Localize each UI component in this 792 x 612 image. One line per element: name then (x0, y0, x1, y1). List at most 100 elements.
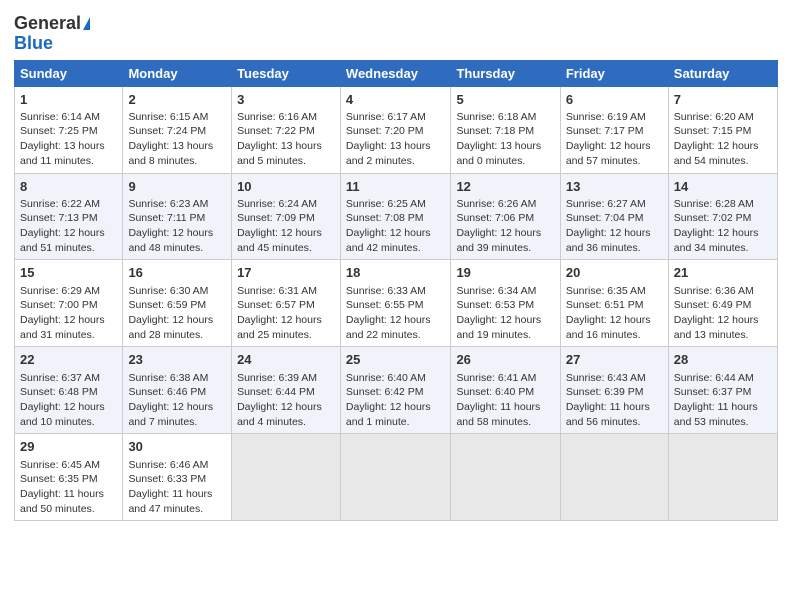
cell-text: Sunset: 6:37 PM (674, 385, 772, 400)
cell-text: and 34 minutes. (674, 241, 772, 256)
calendar-cell: 5Sunrise: 6:18 AMSunset: 7:18 PMDaylight… (451, 86, 560, 173)
calendar-cell: 25Sunrise: 6:40 AMSunset: 6:42 PMDayligh… (340, 347, 451, 434)
logo: General Blue (14, 14, 90, 54)
calendar-cell: 30Sunrise: 6:46 AMSunset: 6:33 PMDayligh… (123, 434, 232, 521)
cell-text: Sunrise: 6:33 AM (346, 284, 446, 299)
calendar-cell (451, 434, 560, 521)
calendar-cell: 12Sunrise: 6:26 AMSunset: 7:06 PMDayligh… (451, 173, 560, 260)
cell-text: Sunset: 6:49 PM (674, 298, 772, 313)
cell-text: Sunset: 6:55 PM (346, 298, 446, 313)
day-number: 30 (128, 438, 226, 456)
day-number: 5 (456, 91, 554, 109)
cell-text: Daylight: 13 hours (237, 139, 335, 154)
cell-text: and 57 minutes. (566, 154, 663, 169)
cell-text: Sunrise: 6:29 AM (20, 284, 117, 299)
cell-text: and 47 minutes. (128, 502, 226, 517)
cell-text: Sunrise: 6:24 AM (237, 197, 335, 212)
week-row-4: 22Sunrise: 6:37 AMSunset: 6:48 PMDayligh… (15, 347, 778, 434)
cell-text: Daylight: 11 hours (566, 400, 663, 415)
day-number: 2 (128, 91, 226, 109)
cell-text: Daylight: 12 hours (237, 400, 335, 415)
cell-text: Daylight: 13 hours (128, 139, 226, 154)
cell-text: Sunset: 6:44 PM (237, 385, 335, 400)
day-number: 22 (20, 351, 117, 369)
cell-text: and 13 minutes. (674, 328, 772, 343)
cell-text: Sunset: 7:15 PM (674, 124, 772, 139)
cell-text: Sunset: 7:24 PM (128, 124, 226, 139)
cell-text: Sunset: 6:33 PM (128, 472, 226, 487)
day-number: 10 (237, 178, 335, 196)
cell-text: Sunrise: 6:36 AM (674, 284, 772, 299)
cell-text: Daylight: 13 hours (456, 139, 554, 154)
cell-text: Sunrise: 6:38 AM (128, 371, 226, 386)
cell-text: and 1 minute. (346, 415, 446, 430)
cell-text: and 4 minutes. (237, 415, 335, 430)
day-number: 14 (674, 178, 772, 196)
cell-text: Sunset: 6:42 PM (346, 385, 446, 400)
week-row-3: 15Sunrise: 6:29 AMSunset: 7:00 PMDayligh… (15, 260, 778, 347)
day-number: 11 (346, 178, 446, 196)
cell-text: and 56 minutes. (566, 415, 663, 430)
cell-text: and 45 minutes. (237, 241, 335, 256)
calendar-cell: 28Sunrise: 6:44 AMSunset: 6:37 PMDayligh… (668, 347, 777, 434)
cell-text: Sunrise: 6:43 AM (566, 371, 663, 386)
cell-text: Daylight: 11 hours (20, 487, 117, 502)
cell-text: Daylight: 12 hours (128, 313, 226, 328)
cell-text: Sunrise: 6:44 AM (674, 371, 772, 386)
cell-text: Daylight: 12 hours (128, 400, 226, 415)
day-number: 13 (566, 178, 663, 196)
header-day-tuesday: Tuesday (232, 60, 341, 86)
cell-text: and 36 minutes. (566, 241, 663, 256)
week-row-1: 1Sunrise: 6:14 AMSunset: 7:25 PMDaylight… (15, 86, 778, 173)
cell-text: Sunset: 7:04 PM (566, 211, 663, 226)
day-number: 1 (20, 91, 117, 109)
day-number: 23 (128, 351, 226, 369)
cell-text: and 7 minutes. (128, 415, 226, 430)
cell-text: Daylight: 12 hours (237, 313, 335, 328)
cell-text: Sunset: 6:46 PM (128, 385, 226, 400)
cell-text: and 31 minutes. (20, 328, 117, 343)
cell-text: and 10 minutes. (20, 415, 117, 430)
cell-text: and 48 minutes. (128, 241, 226, 256)
cell-text: Sunrise: 6:39 AM (237, 371, 335, 386)
day-number: 12 (456, 178, 554, 196)
cell-text: Daylight: 12 hours (346, 400, 446, 415)
cell-text: and 39 minutes. (456, 241, 554, 256)
day-number: 21 (674, 264, 772, 282)
calendar-cell: 18Sunrise: 6:33 AMSunset: 6:55 PMDayligh… (340, 260, 451, 347)
cell-text: Sunrise: 6:20 AM (674, 110, 772, 125)
day-number: 25 (346, 351, 446, 369)
header-row: General Blue (14, 10, 778, 54)
header-day-monday: Monday (123, 60, 232, 86)
day-number: 4 (346, 91, 446, 109)
cell-text: Sunset: 7:18 PM (456, 124, 554, 139)
calendar-cell: 14Sunrise: 6:28 AMSunset: 7:02 PMDayligh… (668, 173, 777, 260)
week-row-5: 29Sunrise: 6:45 AMSunset: 6:35 PMDayligh… (15, 434, 778, 521)
calendar-cell: 10Sunrise: 6:24 AMSunset: 7:09 PMDayligh… (232, 173, 341, 260)
header-day-saturday: Saturday (668, 60, 777, 86)
cell-text: Sunrise: 6:41 AM (456, 371, 554, 386)
day-number: 7 (674, 91, 772, 109)
cell-text: Daylight: 12 hours (346, 226, 446, 241)
calendar-cell: 22Sunrise: 6:37 AMSunset: 6:48 PMDayligh… (15, 347, 123, 434)
calendar-cell: 1Sunrise: 6:14 AMSunset: 7:25 PMDaylight… (15, 86, 123, 173)
cell-text: Daylight: 13 hours (346, 139, 446, 154)
cell-text: Sunset: 7:06 PM (456, 211, 554, 226)
cell-text: Sunset: 6:35 PM (20, 472, 117, 487)
calendar-cell (232, 434, 341, 521)
cell-text: and 8 minutes. (128, 154, 226, 169)
cell-text: Sunrise: 6:35 AM (566, 284, 663, 299)
calendar-cell (340, 434, 451, 521)
cell-text: Sunrise: 6:37 AM (20, 371, 117, 386)
header-day-friday: Friday (560, 60, 668, 86)
cell-text: Daylight: 12 hours (128, 226, 226, 241)
cell-text: Daylight: 11 hours (456, 400, 554, 415)
calendar-cell: 16Sunrise: 6:30 AMSunset: 6:59 PMDayligh… (123, 260, 232, 347)
cell-text: Sunset: 7:02 PM (674, 211, 772, 226)
week-row-2: 8Sunrise: 6:22 AMSunset: 7:13 PMDaylight… (15, 173, 778, 260)
cell-text: Daylight: 12 hours (674, 313, 772, 328)
cell-text: Sunset: 7:09 PM (237, 211, 335, 226)
cell-text: Daylight: 12 hours (456, 313, 554, 328)
calendar-cell: 26Sunrise: 6:41 AMSunset: 6:40 PMDayligh… (451, 347, 560, 434)
calendar-cell: 19Sunrise: 6:34 AMSunset: 6:53 PMDayligh… (451, 260, 560, 347)
